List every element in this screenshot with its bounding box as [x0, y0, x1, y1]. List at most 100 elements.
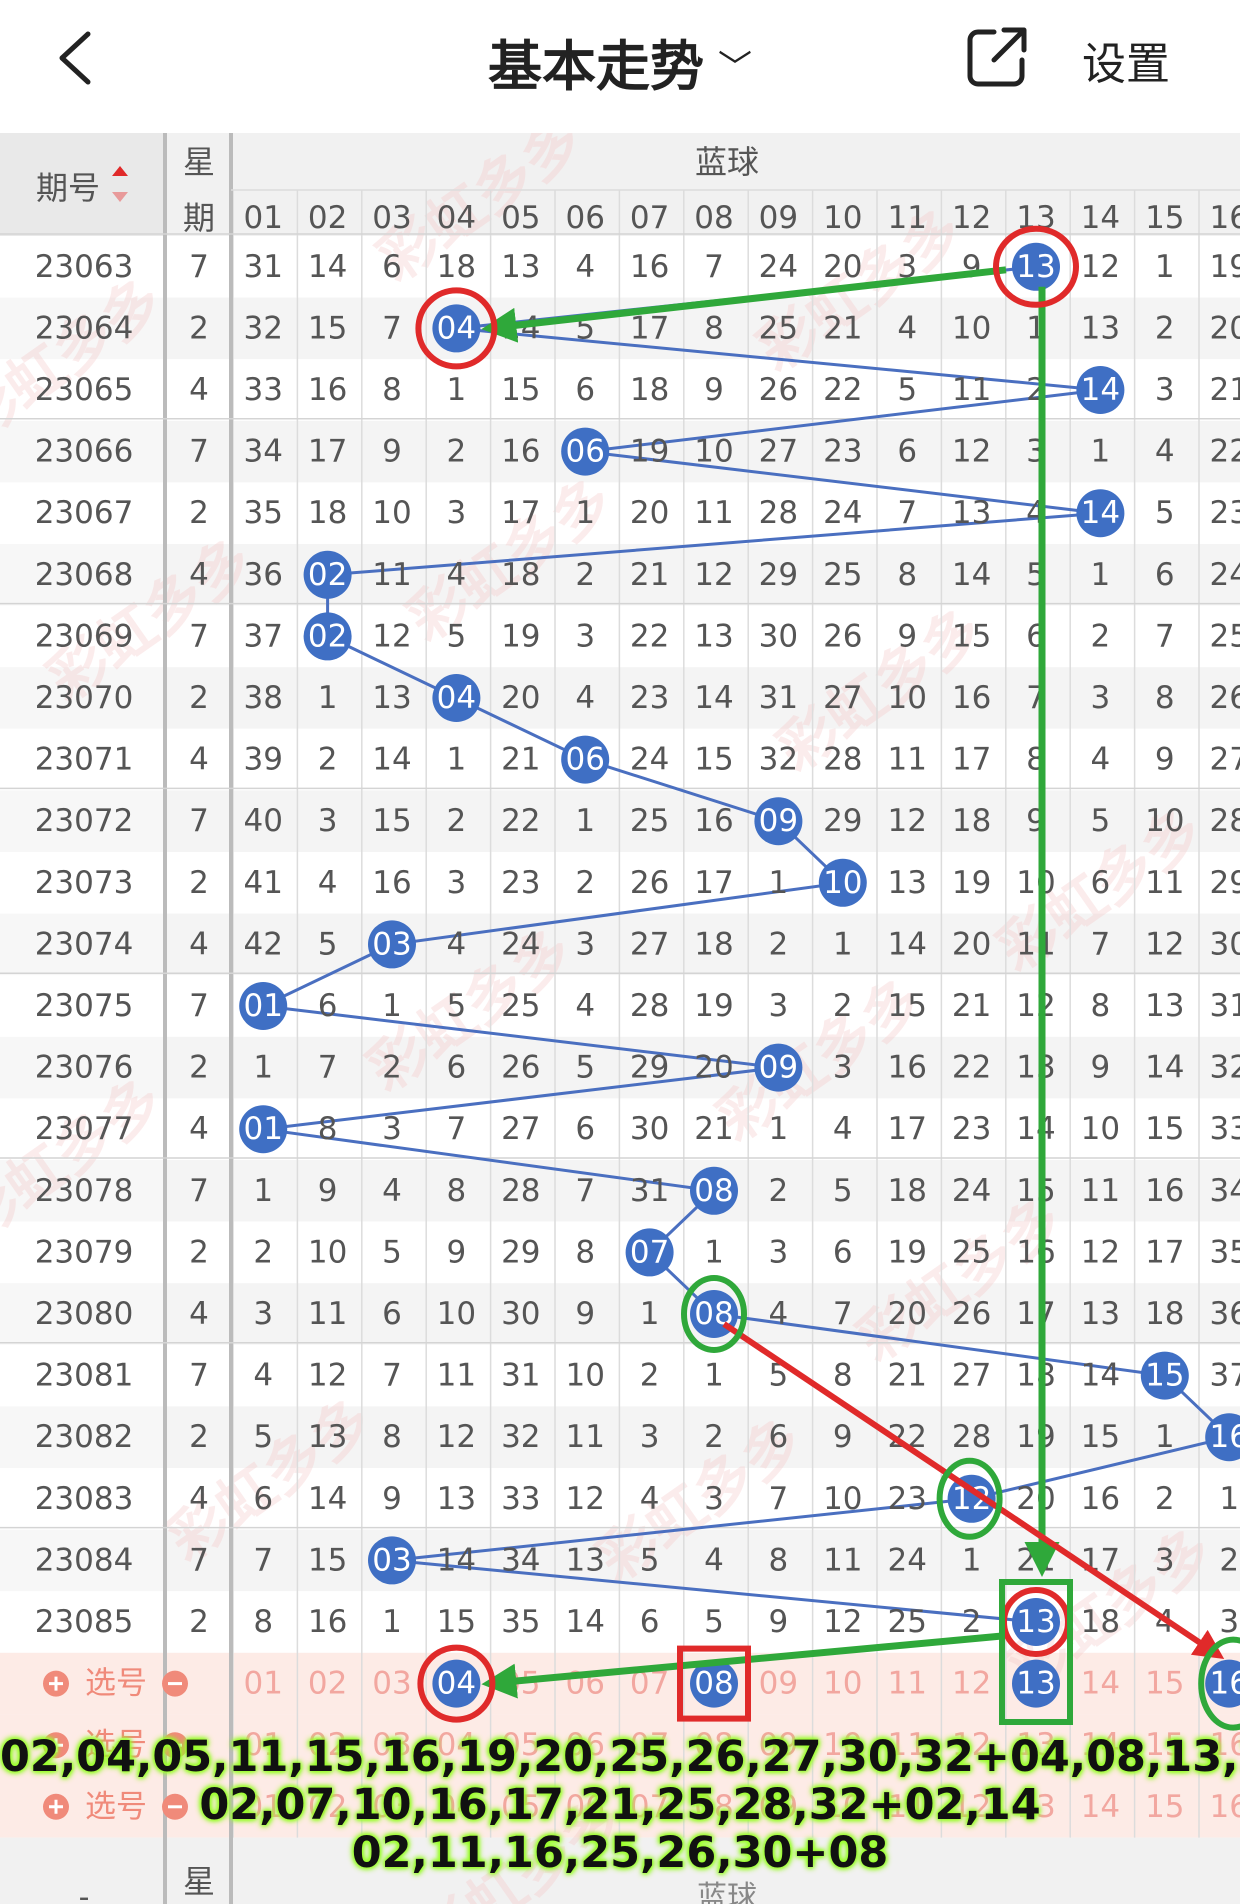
week-day: 4 [189, 926, 209, 962]
select-ball[interactable]: 12 [952, 1666, 991, 1702]
ball-column-header: 01 [243, 200, 282, 236]
miss-count: 29 [1209, 865, 1240, 901]
miss-count: 3 [769, 988, 789, 1024]
miss-count: 25 [759, 310, 798, 346]
hit-ball-number: 06 [565, 434, 604, 470]
issue-number: 23082 [35, 1419, 134, 1455]
select-ball[interactable]: 01 [243, 1666, 282, 1702]
miss-count: 1 [769, 1111, 789, 1147]
miss-count: 34 [501, 1542, 540, 1578]
miss-count: 7 [382, 1358, 402, 1394]
miss-count: 36 [243, 557, 282, 593]
miss-count: 18 [630, 372, 669, 408]
miss-count: 7 [1091, 926, 1111, 962]
miss-count: 16 [694, 803, 733, 839]
miss-count: 10 [372, 495, 411, 531]
share-icon[interactable] [964, 24, 1030, 90]
miss-count: 8 [447, 1173, 467, 1209]
miss-count: 20 [630, 495, 669, 531]
miss-count: 12 [1081, 1234, 1120, 1270]
miss-count: 22 [952, 1050, 991, 1086]
miss-count: 3 [382, 1111, 402, 1147]
miss-count: 6 [1155, 557, 1175, 593]
ball-column-header: 15 [1145, 200, 1184, 236]
miss-count: 6 [833, 1234, 853, 1270]
miss-count: 15 [1081, 1419, 1120, 1455]
miss-count: 13 [952, 495, 991, 531]
selected-ball-number[interactable]: 13 [1016, 1666, 1055, 1702]
selected-ball-number[interactable]: 16 [1209, 1666, 1240, 1702]
week-day: 4 [189, 742, 209, 778]
miss-count: 1 [833, 926, 853, 962]
select-ball[interactable]: 09 [759, 1666, 798, 1702]
miss-count: 13 [308, 1419, 347, 1455]
miss-count: 1 [447, 742, 467, 778]
miss-count: 18 [1081, 1604, 1120, 1640]
select-ball[interactable]: 03 [372, 1666, 411, 1702]
miss-count: 3 [318, 803, 338, 839]
miss-count: 17 [308, 434, 347, 470]
select-label[interactable]: 选号 [85, 1666, 147, 1702]
page-title[interactable]: 基本走势 ﹀ [0, 22, 1240, 101]
miss-count: 5 [447, 618, 467, 654]
miss-count: 1 [253, 1173, 273, 1209]
miss-count: 13 [1145, 988, 1184, 1024]
settings-button[interactable]: 设置 [1082, 28, 1170, 92]
select-ball[interactable]: 02 [308, 1666, 347, 1702]
ball-column-header: 09 [759, 200, 798, 236]
miss-count: 3 [575, 618, 595, 654]
miss-count: 23 [501, 865, 540, 901]
miss-count: 4 [575, 988, 595, 1024]
miss-count: 9 [1091, 1050, 1111, 1086]
issue-number: 23079 [35, 1234, 134, 1270]
miss-count: 23 [952, 1111, 991, 1147]
select-ball[interactable]: 10 [823, 1666, 862, 1702]
miss-count: 3 [1091, 680, 1111, 716]
hit-ball-number: 15 [1145, 1358, 1184, 1394]
week-day: 4 [189, 1481, 209, 1517]
select-ball[interactable]: 14 [1081, 1666, 1120, 1702]
miss-count: 10 [952, 310, 991, 346]
ball-column-header: 04 [437, 200, 476, 236]
miss-count: 31 [501, 1358, 540, 1394]
miss-count: 36 [1209, 1296, 1240, 1332]
miss-count: 13 [694, 618, 733, 654]
miss-count: 30 [630, 1111, 669, 1147]
ball-column-header: 02 [308, 200, 347, 236]
miss-count: 21 [952, 988, 991, 1024]
miss-count: 8 [1155, 680, 1175, 716]
miss-count: 10 [437, 1296, 476, 1332]
miss-count: 18 [694, 926, 733, 962]
miss-count: 21 [1209, 372, 1240, 408]
miss-count: 14 [437, 1542, 476, 1578]
issue-number: 23085 [35, 1604, 134, 1640]
miss-count: 3 [575, 926, 595, 962]
week-day: 2 [189, 310, 209, 346]
miss-count: 25 [823, 557, 862, 593]
select-ball[interactable]: 15 [1145, 1666, 1184, 1702]
miss-count: 23 [630, 680, 669, 716]
select-ball[interactable]: 11 [887, 1666, 926, 1702]
miss-count: 8 [897, 557, 917, 593]
miss-count: 6 [253, 1481, 273, 1517]
miss-count: 3 [833, 1050, 853, 1086]
miss-count: 25 [1209, 618, 1240, 654]
week-day: 4 [189, 372, 209, 408]
miss-count: 19 [694, 988, 733, 1024]
selected-ball-number[interactable]: 08 [694, 1666, 733, 1702]
selected-ball-number[interactable]: 04 [437, 1666, 476, 1702]
miss-count: 15 [887, 988, 926, 1024]
hit-ball-number: 13 [1016, 249, 1055, 285]
miss-count: 11 [308, 1296, 347, 1332]
issue-number: 23073 [35, 865, 134, 901]
miss-count: 2 [575, 865, 595, 901]
miss-count: 10 [823, 1481, 862, 1517]
miss-count: 32 [243, 310, 282, 346]
miss-count: 7 [769, 1481, 789, 1517]
miss-count: 33 [243, 372, 282, 408]
miss-count: 5 [897, 372, 917, 408]
miss-count: 5 [253, 1419, 273, 1455]
miss-count: 21 [1016, 1542, 1055, 1578]
issue-header[interactable]: 期号 [36, 169, 100, 207]
miss-count: 9 [833, 1419, 853, 1455]
